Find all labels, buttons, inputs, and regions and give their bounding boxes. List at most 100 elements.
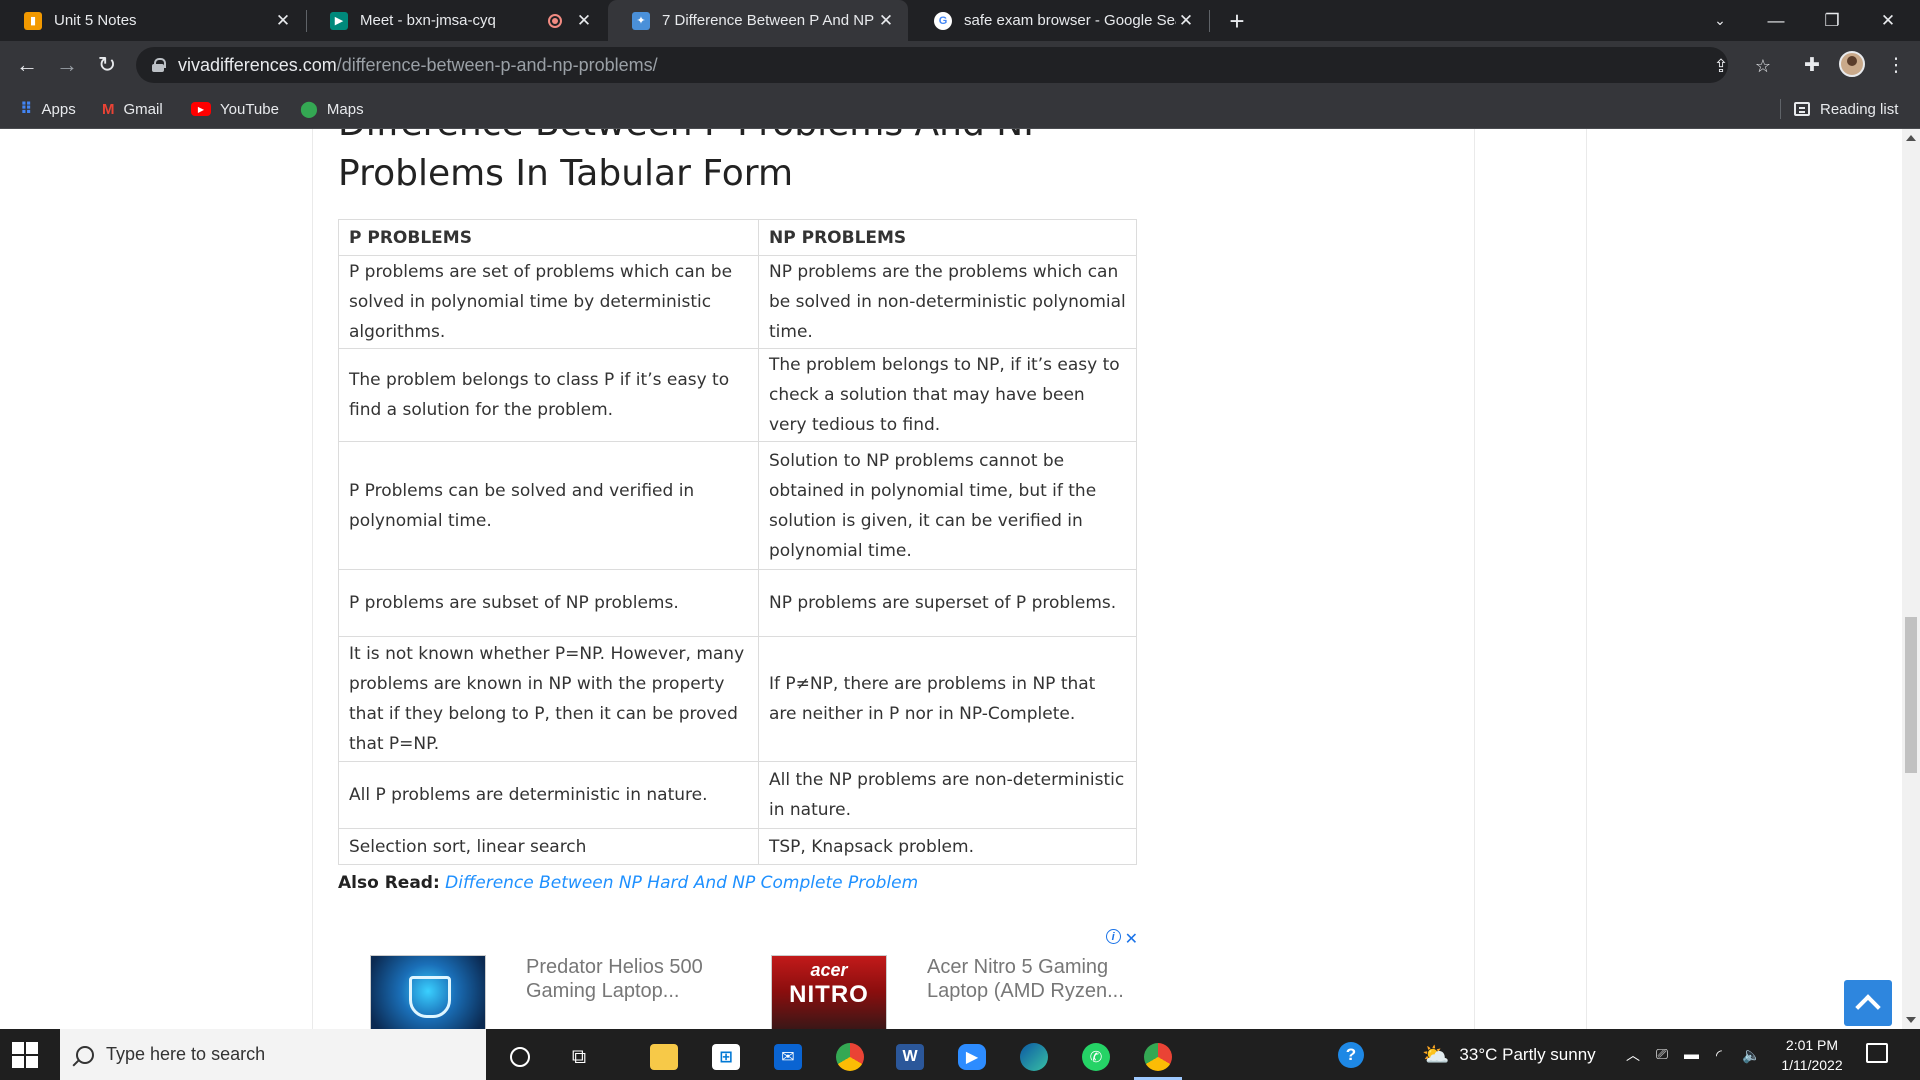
- close-icon[interactable]: ✕: [574, 11, 594, 31]
- system-clock[interactable]: 2:01 PM 1/11/2022: [1766, 1035, 1858, 1075]
- chrome-active-icon[interactable]: [1134, 1034, 1182, 1080]
- close-icon[interactable]: ✕: [1176, 11, 1196, 31]
- tray-chevron-icon[interactable]: ︿: [1626, 1029, 1640, 1080]
- reading-list-button[interactable]: Reading list: [1794, 89, 1898, 129]
- notification-icon[interactable]: [1866, 1043, 1888, 1063]
- restore-button[interactable]: ❐: [1804, 0, 1860, 41]
- table-header-row: P PROBLEMS NP PROBLEMS: [338, 219, 1137, 256]
- address-bar[interactable]: vivadifferences.com/difference-between-p…: [136, 47, 1771, 83]
- table-row: The problem belongs to class P if it’s e…: [338, 348, 1137, 442]
- task-view-icon[interactable]: ⧉: [555, 1034, 603, 1080]
- help-icon[interactable]: ?: [1338, 1029, 1364, 1080]
- table-row: P problems are set of problems which can…: [338, 255, 1137, 349]
- weather-widget[interactable]: ⛅ 33°C Partly sunny: [1422, 1029, 1596, 1080]
- apps-grid-icon: ⠿: [20, 101, 33, 118]
- file-explorer-icon[interactable]: [640, 1034, 688, 1080]
- table-cell: If P≠NP, there are problems in NP that a…: [758, 636, 1137, 762]
- search-placeholder: Type here to search: [106, 1044, 266, 1064]
- bookmark-youtube[interactable]: ▶ YouTube: [191, 89, 279, 129]
- profile-avatar[interactable]: [1839, 51, 1865, 77]
- extensions-icon[interactable]: ✚: [1798, 51, 1826, 79]
- clock-time: 2:01 PM: [1785, 1037, 1839, 1053]
- table-row: All P problems are deterministic in natu…: [338, 761, 1137, 829]
- volume-icon[interactable]: 🔈: [1742, 1029, 1761, 1080]
- bookmark-label: YouTube: [220, 100, 279, 118]
- mail-icon[interactable]: ✉: [764, 1034, 812, 1080]
- bookmark-label: Maps: [326, 100, 364, 118]
- bookmark-apps[interactable]: ⠿ Apps: [20, 89, 76, 129]
- google-meet-icon: ▶: [330, 11, 348, 30]
- wifi-icon[interactable]: ◜: [1716, 1029, 1722, 1080]
- url-text[interactable]: vivadifferences.com/difference-between-p…: [178, 55, 658, 76]
- meet-tray-icon[interactable]: ⎚: [1656, 1029, 1668, 1080]
- table-header-cell: P PROBLEMS: [338, 219, 759, 256]
- tab-title: 7 Difference Between P And NP P: [662, 12, 876, 29]
- gmail-icon: M: [102, 100, 115, 118]
- ad-card-nitro[interactable]: acer NITRO Acer Nitro 5 Gaming Laptop (A…: [771, 955, 1137, 1029]
- reading-list-icon: [1794, 102, 1810, 116]
- table-cell: NP problems are superset of P problems.: [758, 569, 1137, 637]
- cortana-icon[interactable]: [496, 1034, 544, 1080]
- table-header-cell: NP PROBLEMS: [758, 219, 1137, 256]
- bookmark-gmail[interactable]: M Gmail: [102, 89, 163, 129]
- scrollbar-thumb[interactable]: [1905, 617, 1917, 773]
- table-cell: Selection sort, linear search: [338, 828, 759, 865]
- lock-icon[interactable]: [152, 58, 166, 72]
- close-icon[interactable]: ✕: [273, 11, 293, 31]
- youtube-icon: ▶: [191, 102, 211, 116]
- page-scrollbar[interactable]: [1902, 129, 1920, 1029]
- windows-start-icon[interactable]: [12, 1042, 38, 1068]
- tab-difference-p-np[interactable]: ✦ 7 Difference Between P And NP P ✕: [608, 0, 908, 41]
- tab-search-icon[interactable]: ⌄: [1692, 0, 1748, 41]
- ad-title: Predator Helios 500 Gaming Laptop...: [526, 956, 703, 1002]
- ad-info-icon[interactable]: i: [1105, 929, 1121, 944]
- taskbar-search[interactable]: Type here to search: [60, 1029, 486, 1080]
- whatsapp-icon[interactable]: ✆: [1072, 1034, 1120, 1080]
- edge-icon[interactable]: [1010, 1034, 1058, 1080]
- scroll-up-arrow[interactable]: [1906, 135, 1916, 141]
- scroll-to-top-button[interactable]: [1844, 980, 1892, 1026]
- reading-list-label: Reading list: [1820, 100, 1899, 118]
- bookmark-star-icon[interactable]: ☆: [1752, 55, 1774, 77]
- also-read-link[interactable]: Difference Between NP Hard And NP Comple…: [445, 873, 918, 893]
- share-icon[interactable]: ⇪: [1710, 55, 1732, 77]
- battery-icon[interactable]: ▬: [1684, 1029, 1699, 1080]
- zoom-icon[interactable]: ▶: [948, 1034, 996, 1080]
- article-body: Difference Between P Problems And NP Pro…: [338, 129, 1138, 898]
- bookmark-maps[interactable]: ⬤ Maps: [300, 89, 364, 129]
- chrome-icon[interactable]: [826, 1034, 874, 1080]
- scroll-down-arrow[interactable]: [1906, 1017, 1916, 1023]
- also-read-label: Also Read:: [338, 873, 440, 893]
- minimize-button[interactable]: —: [1748, 0, 1804, 41]
- table-cell: TSP, Knapsack problem.: [758, 828, 1137, 865]
- ad-title: Acer Nitro 5 Gaming Laptop (AMD Ryzen...: [927, 956, 1124, 1002]
- browser-toolbar: ← → ↻ vivadifferences.com/difference-bet…: [0, 41, 1920, 89]
- page-viewport: Difference Between P Problems And NP Pro…: [0, 129, 1902, 1029]
- close-window-button[interactable]: ✕: [1860, 0, 1916, 41]
- also-read: Also Read: Difference Between NP Hard An…: [338, 868, 1138, 898]
- recording-icon: [548, 13, 562, 28]
- new-tab-button[interactable]: +: [1222, 6, 1252, 36]
- tab-unit-5-notes[interactable]: ▮ Unit 5 Notes ✕: [0, 0, 305, 41]
- slides-icon: ▮: [24, 11, 42, 30]
- tab-meet[interactable]: ▶ Meet - bxn-jmsa-cyq ✕: [306, 0, 606, 41]
- partly-sunny-icon: ⛅: [1422, 1041, 1450, 1067]
- back-button[interactable]: ←: [12, 50, 42, 80]
- tab-google-search[interactable]: G safe exam browser - Google Sear ✕: [910, 0, 1208, 41]
- table-cell: All the NP problems are non-deterministi…: [758, 761, 1137, 829]
- word-icon[interactable]: W: [886, 1034, 934, 1080]
- bookmark-label: Gmail: [123, 100, 163, 118]
- comparison-table: P PROBLEMS NP PROBLEMS P problems are se…: [338, 219, 1137, 865]
- table-cell: P problems are set of problems which can…: [338, 255, 759, 349]
- windows-taskbar: Type here to search ⧉ ⊞ ✉ W ▶ ✆ ? ⛅ 33°C…: [0, 1029, 1920, 1080]
- reload-button[interactable]: ↻: [92, 50, 122, 80]
- close-icon[interactable]: ✕: [876, 11, 896, 31]
- ad-close-icon[interactable]: ✕: [1125, 929, 1138, 949]
- ms-store-icon[interactable]: ⊞: [702, 1034, 750, 1080]
- table-row: It is not known whether P=NP. However, m…: [338, 636, 1137, 762]
- table-cell: All P problems are deterministic in natu…: [338, 761, 759, 829]
- ad-card-predator[interactable]: Predator Helios 500 Gaming Laptop...: [370, 955, 736, 1029]
- forward-button[interactable]: →: [52, 50, 82, 80]
- table-row: Selection sort, linear search TSP, Knaps…: [338, 828, 1137, 865]
- menu-kebab-icon[interactable]: ⋮: [1882, 51, 1910, 79]
